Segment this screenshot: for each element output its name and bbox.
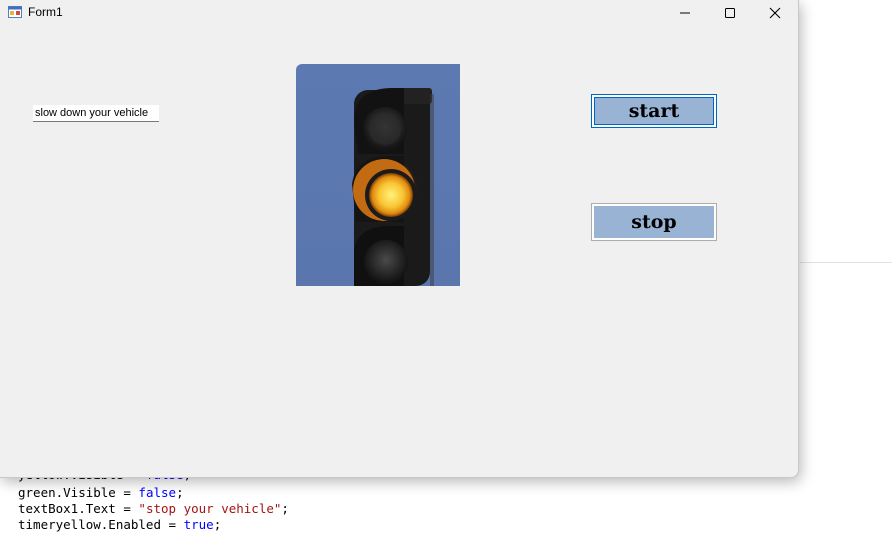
editor-divider (800, 262, 892, 263)
code-keyword: false (138, 485, 177, 500)
code-line: green.Visible = false; (18, 485, 184, 501)
stop-button[interactable]: stop (591, 203, 717, 241)
code-line: textBox1.Text = "stop your vehicle"; (18, 501, 289, 517)
window-title: Form1 (28, 5, 63, 19)
start-button[interactable]: start (591, 94, 717, 128)
code-text: green.Visible = (18, 485, 139, 500)
code-keyword: true (183, 517, 214, 532)
close-icon (769, 7, 781, 18)
form-window: Form1 slow down your vehicle start stop (0, 0, 799, 478)
maximize-icon (725, 7, 735, 18)
minimize-icon (680, 12, 690, 13)
maximize-button[interactable] (707, 0, 753, 25)
code-text: ; (281, 501, 289, 516)
code-text: timeryellow.Enabled = (18, 517, 184, 532)
code-string: "stop your vehicle" (138, 501, 282, 516)
close-button[interactable] (752, 0, 798, 25)
minimize-button[interactable] (662, 0, 708, 25)
title-bar[interactable]: Form1 (0, 0, 798, 25)
code-text: ; (213, 517, 222, 532)
code-text: ; (176, 485, 184, 500)
code-text: textBox1.Text = (18, 501, 139, 516)
traffic-light-picturebox (296, 64, 460, 286)
traffic-light-yellow-image (296, 64, 460, 286)
code-line: timeryellow.Enabled = true; (18, 517, 221, 533)
windows-form-icon (8, 6, 22, 18)
status-textbox[interactable]: slow down your vehicle (33, 105, 159, 122)
